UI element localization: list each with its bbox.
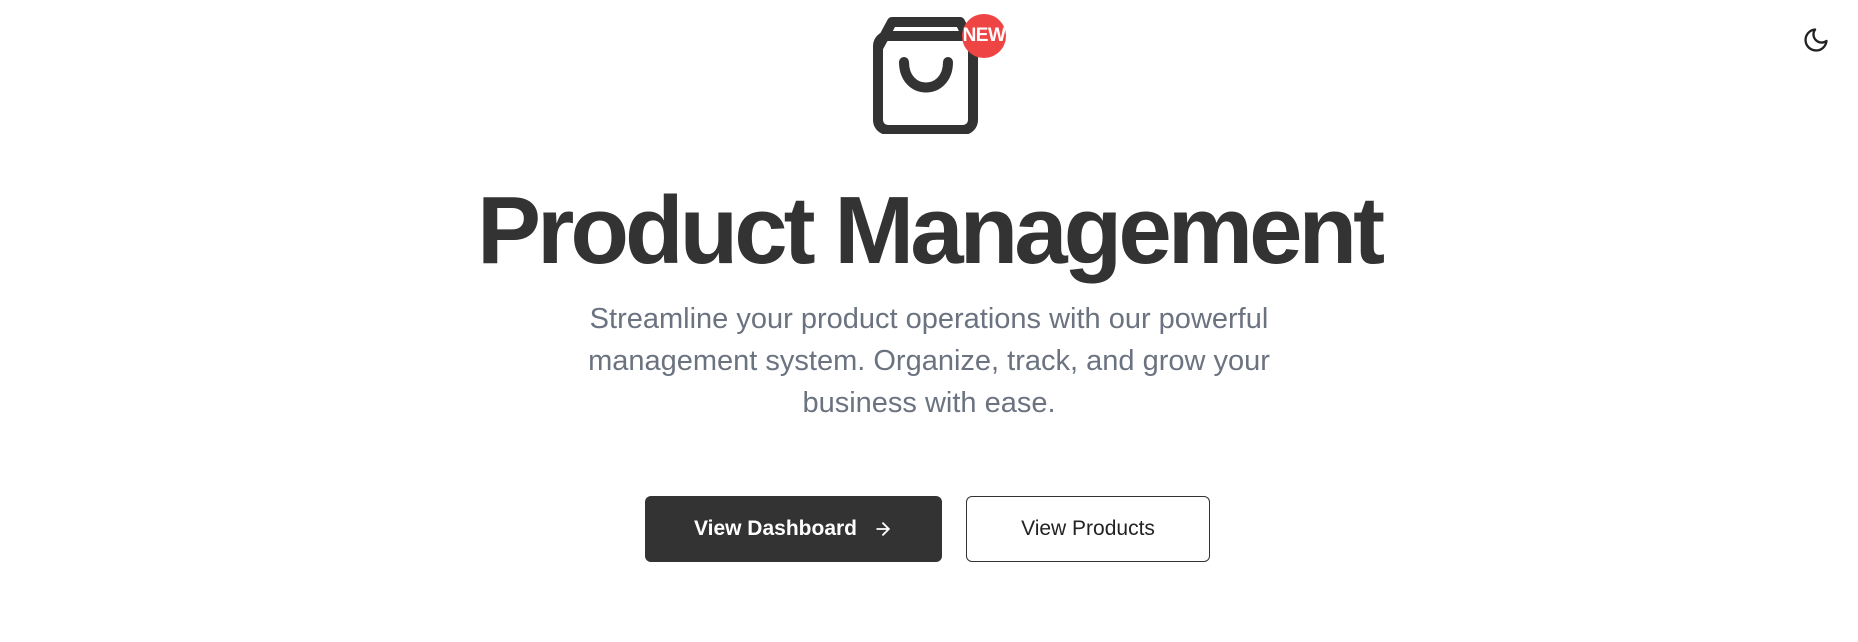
page-subtitle: Streamline your product operations with … [588, 303, 1270, 419]
view-products-button[interactable]: View Products [966, 496, 1210, 562]
landing-page: NEW Product Management Streamline your p… [0, 0, 1858, 642]
view-products-label: View Products [1021, 517, 1155, 540]
logo: NEW [872, 14, 1006, 134]
new-badge: NEW [962, 14, 1006, 58]
view-dashboard-button[interactable]: View Dashboard [645, 496, 942, 562]
view-dashboard-label: View Dashboard [694, 517, 857, 540]
theme-toggle-button[interactable] [1800, 26, 1832, 58]
arrow-right-icon [873, 519, 893, 539]
moon-icon [1802, 26, 1830, 59]
page-title: Product Management [476, 177, 1385, 284]
